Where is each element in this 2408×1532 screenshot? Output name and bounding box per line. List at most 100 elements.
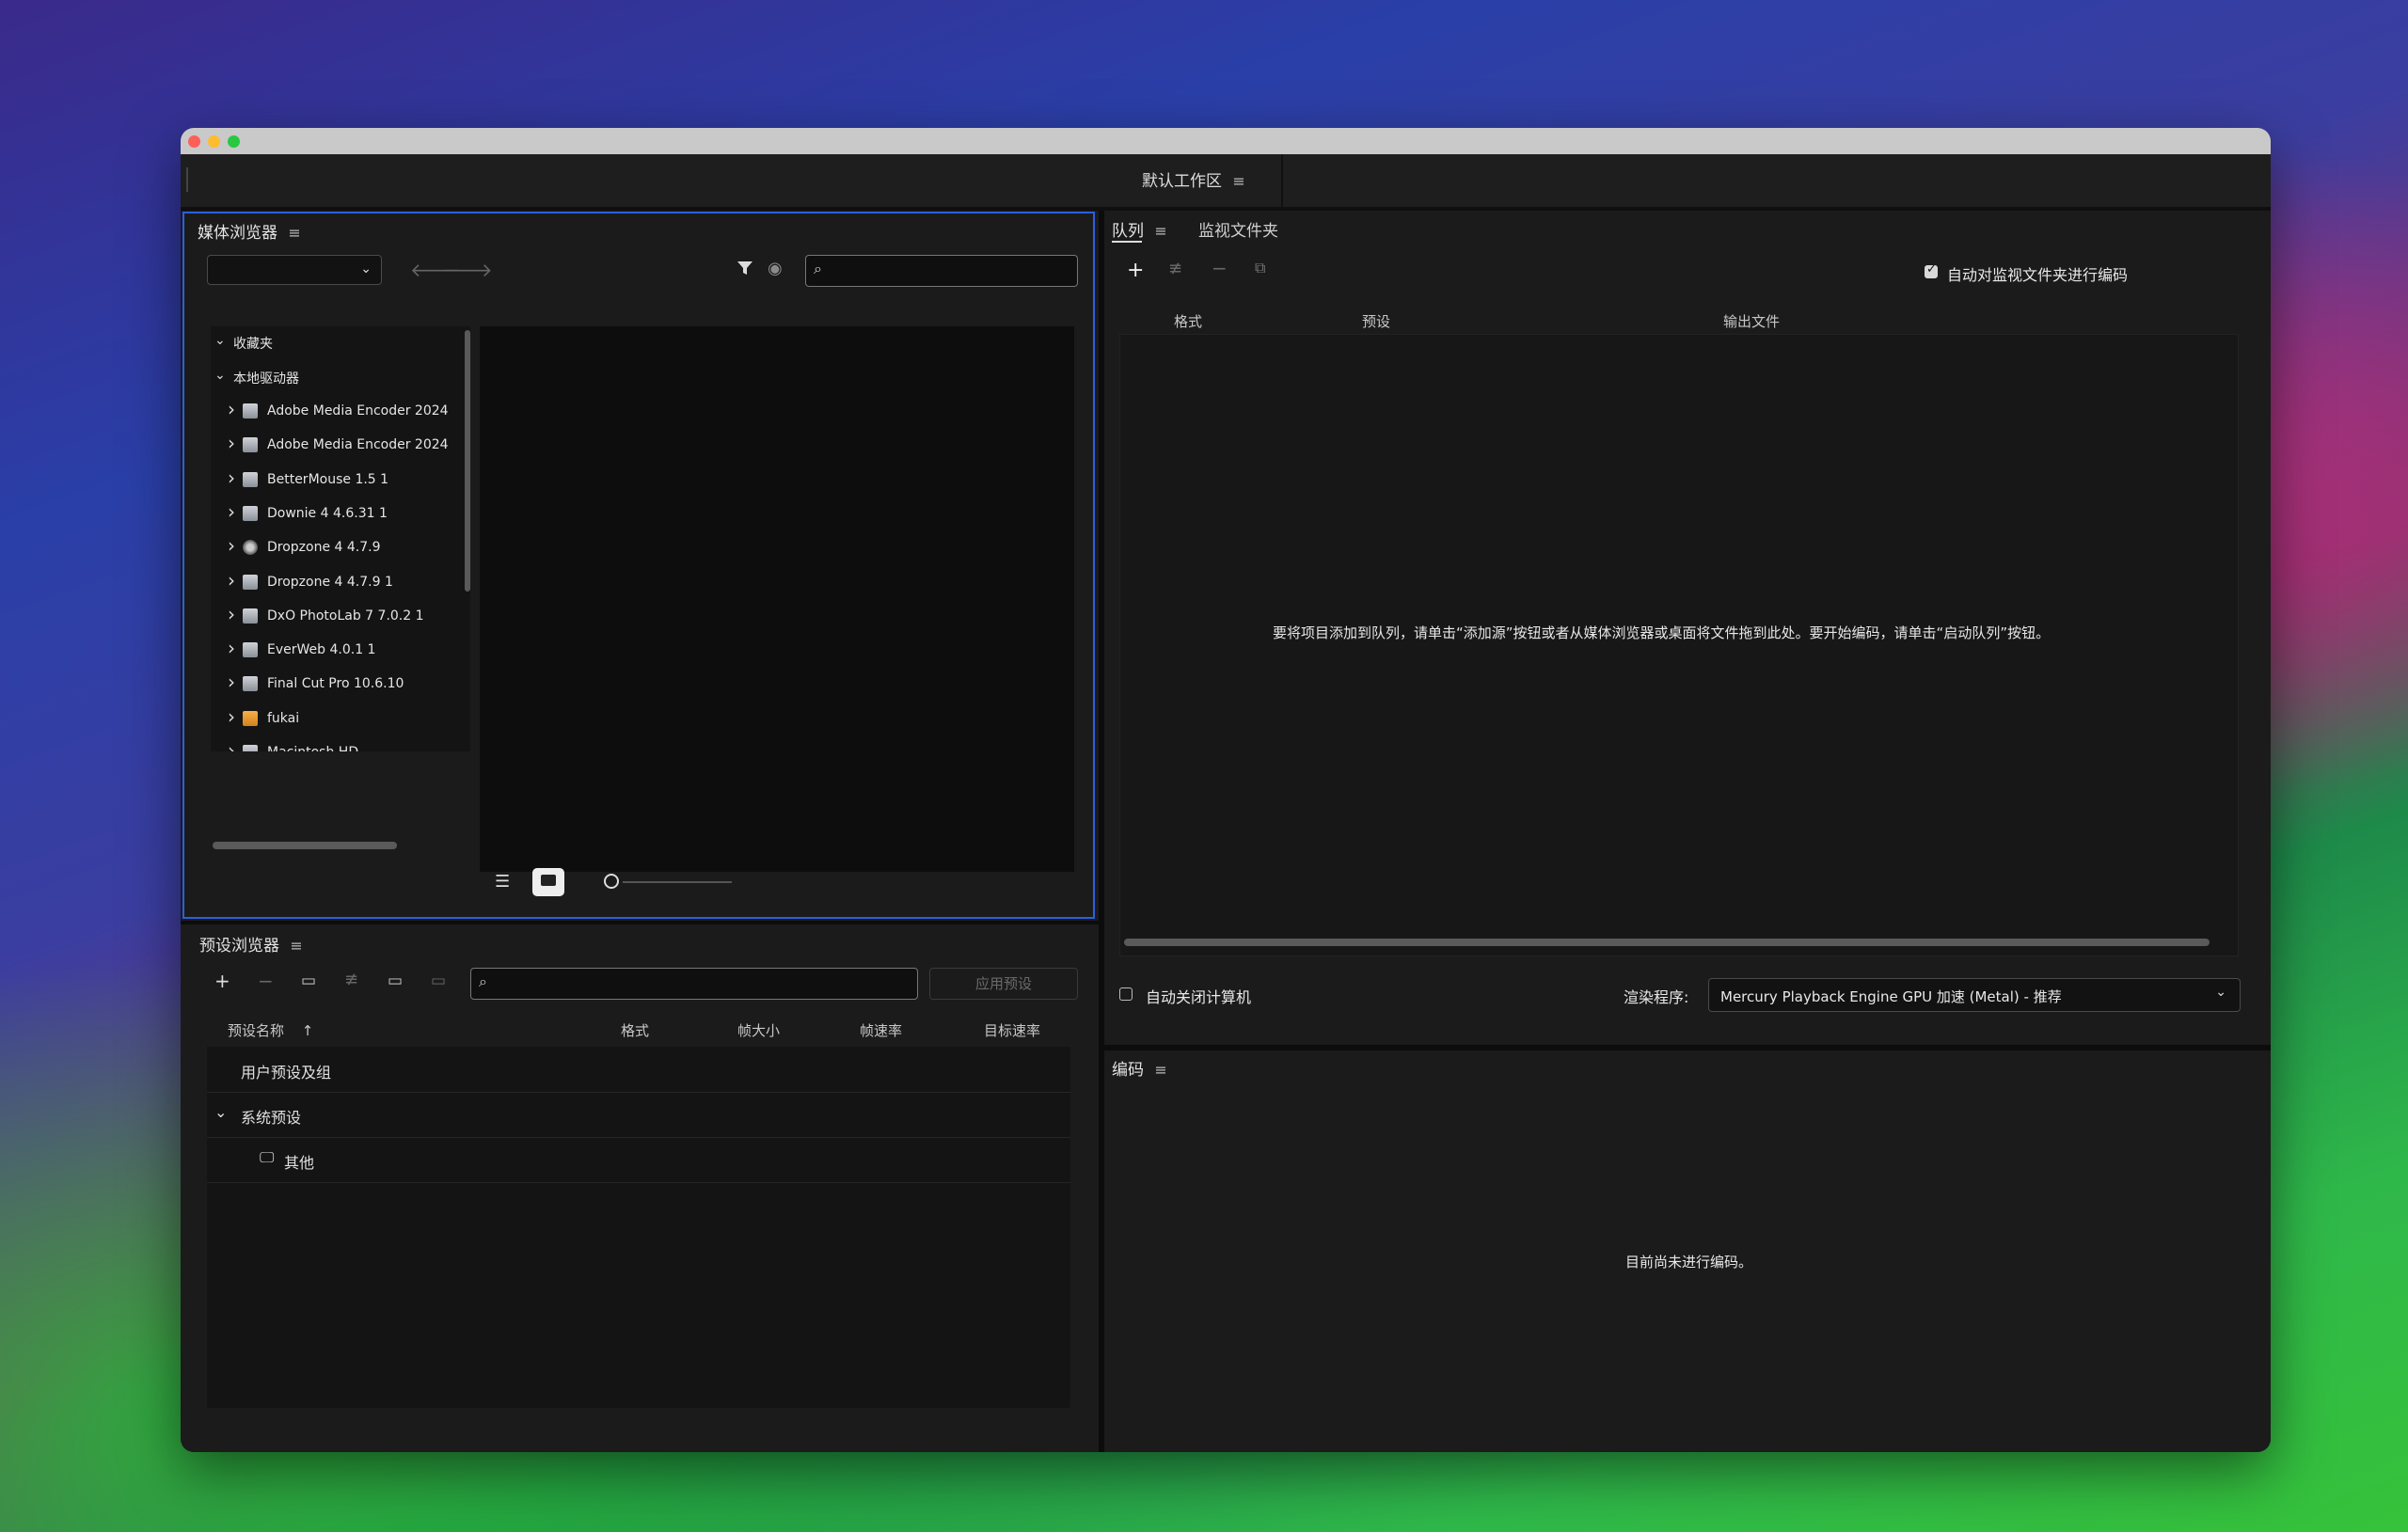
tree-row-favorites[interactable]: ⌄ 收藏夹 <box>211 328 470 356</box>
thumbnail-view-icon <box>541 875 556 886</box>
hamburger-menu-icon[interactable]: ≡ <box>1154 1061 1166 1079</box>
settings-icon[interactable]: ≢ <box>1168 259 1182 278</box>
tree-row-drive[interactable]: › EverWeb 4.0.1 1 <box>211 637 470 665</box>
tree-row-drive[interactable]: › Dropzone 4 4.7.9 <box>211 534 470 562</box>
remove-preset-icon[interactable]: − <box>258 970 274 992</box>
disc-icon <box>243 540 258 556</box>
location-dropdown[interactable]: ⌄ <box>207 255 382 285</box>
export-preset-icon[interactable]: ▭ <box>431 971 446 990</box>
chevron-right-icon[interactable]: › <box>228 637 235 659</box>
drive-icon <box>243 505 258 521</box>
tree-row-drive[interactable]: › Adobe Media Encoder 2024 <box>211 398 470 426</box>
hamburger-menu-icon[interactable]: ≡ <box>288 224 300 242</box>
column-header-format[interactable]: 格式 <box>621 1020 649 1040</box>
encoding-title[interactable]: 编码 ≡ <box>1112 1056 1167 1080</box>
chevron-right-icon[interactable]: › <box>228 534 235 557</box>
tree-row-drive[interactable]: › Adobe Media Encoder 2024 <box>211 432 470 460</box>
chevron-down-icon[interactable]: ⌄ <box>214 333 226 348</box>
remove-icon[interactable]: − <box>1212 257 1228 279</box>
hamburger-menu-icon[interactable]: ≡ <box>1154 222 1166 240</box>
auto-encode-checkbox[interactable] <box>1925 262 1938 278</box>
new-group-icon[interactable]: ▭ <box>301 971 316 990</box>
media-preview-area[interactable] <box>480 326 1074 872</box>
tree-row-drive[interactable]: › fukai <box>211 705 470 734</box>
tab-watch-folders[interactable]: 监视文件夹 <box>1198 217 1278 241</box>
tree-row-drive[interactable]: › Dropzone 4 4.7.9 1 <box>211 569 470 597</box>
queue-drop-area[interactable]: 要将项目添加到队列，请单击“添加源”按钮或者从媒体浏览器或桌面将文件拖到此处。要… <box>1119 334 2239 956</box>
filter-icon[interactable] <box>736 259 754 282</box>
media-browser-title[interactable]: 媒体浏览器 ≡ <box>198 219 301 243</box>
tree-row-drive[interactable]: › DxO PhotoLab 7 7.0.2 1 <box>211 603 470 631</box>
drag-grip-icon[interactable] <box>186 167 188 192</box>
settings-icon[interactable]: ≢ <box>344 970 358 989</box>
tree-row-label: Adobe Media Encoder 2024 <box>267 403 449 419</box>
tree-horizontal-scrollbar[interactable] <box>213 842 397 849</box>
tree-row-drive[interactable]: › BetterMouse 1.5 1 <box>211 466 470 495</box>
tree-row-drive[interactable]: › Macintosh HD <box>211 739 470 751</box>
workspace-bar: 默认工作区 ≡ <box>181 154 2271 211</box>
close-window-button[interactable] <box>188 135 200 148</box>
zoom-slider-handle[interactable] <box>604 874 619 889</box>
queue-horizontal-scrollbar[interactable] <box>1124 939 2210 946</box>
chevron-right-icon[interactable]: › <box>228 705 235 728</box>
minimize-window-button[interactable] <box>208 135 220 148</box>
column-header-format[interactable]: 格式 <box>1174 311 1202 331</box>
preset-row-label: 用户预设及组 <box>241 1064 332 1082</box>
tree-row-drive[interactable]: › Final Cut Pro 10.6.10 <box>211 671 470 699</box>
tree-vertical-scrollbar[interactable] <box>465 330 470 592</box>
monitor-icon: 🖵 <box>260 1148 275 1166</box>
chevron-right-icon[interactable]: › <box>228 466 235 489</box>
hamburger-menu-icon[interactable]: ≡ <box>1232 172 1244 190</box>
column-header-preset[interactable]: 预设 <box>1362 311 1390 331</box>
drive-icon <box>243 745 258 751</box>
hamburger-menu-icon[interactable]: ≡ <box>290 937 302 955</box>
column-header-name[interactable]: 预设名称 ↑ <box>228 1020 313 1040</box>
workspace-tab[interactable]: 默认工作区 ≡ <box>1142 167 1245 191</box>
chevron-down-icon[interactable]: ⌄ <box>214 1103 227 1121</box>
tree-row-label: Downie 4 4.6.31 1 <box>267 505 388 521</box>
column-header-frame-size[interactable]: 帧大小 <box>737 1020 780 1040</box>
column-header-frame-rate[interactable]: 帧速率 <box>860 1020 902 1040</box>
chevron-right-icon[interactable]: › <box>228 432 235 454</box>
panel-divider-vertical[interactable] <box>1099 211 1104 1452</box>
add-preset-icon[interactable]: + <box>214 970 230 992</box>
forward-arrow-icon[interactable]: 🡒 <box>442 259 493 281</box>
preset-row-user[interactable]: 用户预设及组 <box>207 1047 1070 1093</box>
chevron-right-icon[interactable]: › <box>228 398 235 420</box>
preset-row-other[interactable]: 🖵 其他 <box>207 1137 1070 1183</box>
tree-row-label: Adobe Media Encoder 2024 <box>267 437 449 453</box>
column-header-target-rate[interactable]: 目标速率 <box>984 1020 1040 1040</box>
preset-search-input[interactable]: ⌕ <box>470 968 918 1000</box>
thumbnail-view-button[interactable] <box>532 868 564 896</box>
tree-row-label: DxO PhotoLab 7 7.0.2 1 <box>267 608 424 624</box>
shutdown-checkbox[interactable] <box>1119 987 1133 1001</box>
tree-row-local-drives[interactable]: ⌄ 本地驱动器 <box>211 363 470 391</box>
media-browser-panel: 媒体浏览器 ≡ ⌄ 🡐 🡒 ◉ ⌕ ⌄ 收藏夹 ⌄ 本地驱动器 ›Adobe <box>182 212 1095 919</box>
list-view-icon[interactable]: ☰ <box>495 872 512 892</box>
duplicate-icon[interactable]: ⧉ <box>1255 259 1265 277</box>
chevron-right-icon[interactable]: › <box>228 671 235 693</box>
renderer-dropdown[interactable]: Mercury Playback Engine GPU 加速 (Metal) -… <box>1708 978 2241 1012</box>
preset-list: 用户预设及组 ⌄ 系统预设 🖵 其他 <box>207 1047 1070 1408</box>
tree-row-drive[interactable]: › Downie 4 4.6.31 1 <box>211 500 470 529</box>
chevron-down-icon[interactable]: ⌄ <box>214 368 226 383</box>
tree-row-label: 本地驱动器 <box>233 371 299 387</box>
column-header-output[interactable]: 输出文件 <box>1723 311 1780 331</box>
chevron-right-icon[interactable]: › <box>228 500 235 523</box>
preset-browser-title[interactable]: 预设浏览器 ≡ <box>199 932 303 956</box>
workspace-tab-label: 默认工作区 <box>1142 172 1222 191</box>
tab-queue[interactable]: 队列 ≡ <box>1112 217 1167 241</box>
chevron-right-icon[interactable]: › <box>228 569 235 592</box>
eye-icon[interactable]: ◉ <box>768 259 783 278</box>
chevron-right-icon[interactable]: › <box>228 603 235 625</box>
import-preset-icon[interactable]: ▭ <box>388 971 403 990</box>
chevron-right-icon[interactable]: › <box>228 739 235 751</box>
zoom-window-button[interactable] <box>228 135 240 148</box>
add-source-icon[interactable]: + <box>1127 259 1144 282</box>
zoom-slider-track[interactable] <box>623 881 732 883</box>
preset-row-label: 其他 <box>284 1154 315 1172</box>
tree-row-label: Dropzone 4 4.7.9 <box>267 540 381 556</box>
apply-preset-button[interactable]: 应用预设 <box>929 968 1078 1000</box>
media-search-input[interactable]: ⌕ <box>805 255 1078 287</box>
preset-row-system[interactable]: ⌄ 系统预设 <box>207 1092 1070 1138</box>
